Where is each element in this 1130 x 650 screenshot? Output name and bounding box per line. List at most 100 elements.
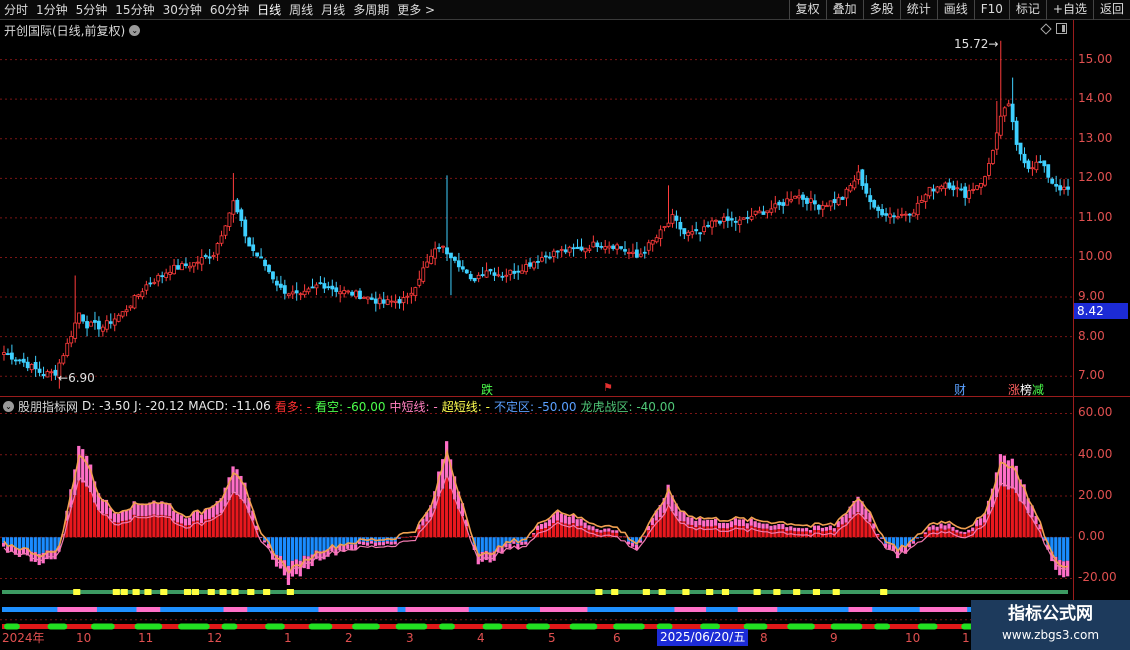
tool-button-8[interactable]: 返回 — [1092, 0, 1130, 20]
macd-bar-negative — [310, 537, 314, 555]
tool-button-5[interactable]: F10 — [973, 0, 1009, 20]
candle-body — [381, 299, 386, 304]
chevron-down-icon[interactable]: ⌄ — [3, 400, 14, 412]
candle — [662, 226, 667, 232]
band-green-pill — [526, 623, 550, 630]
candle-body — [547, 256, 552, 259]
candle — [278, 275, 283, 291]
price-chart[interactable] — [0, 20, 1073, 396]
period-tab-6[interactable]: 日线 — [253, 0, 285, 20]
period-tab-5[interactable]: 60分钟 — [206, 0, 253, 20]
candle — [69, 330, 74, 348]
candle — [322, 277, 327, 294]
band-yellow-mark — [832, 589, 840, 595]
candle — [184, 257, 188, 269]
macd-bar — [1006, 489, 1010, 538]
macd-bar — [445, 477, 449, 538]
macd-bar-outer — [717, 522, 722, 529]
candle-body — [674, 215, 679, 221]
candle — [453, 256, 457, 264]
macd-bar-outer — [512, 541, 516, 544]
macd-bar-negative — [49, 537, 53, 551]
band-green-pill — [874, 623, 891, 630]
candle-body — [579, 246, 584, 251]
candle-body — [286, 293, 291, 297]
candle-body — [160, 275, 165, 278]
candle-body — [100, 326, 105, 332]
candle — [888, 207, 892, 224]
candle-body — [33, 362, 38, 370]
candle-body — [1022, 153, 1027, 164]
macd-bar-outer — [781, 524, 785, 530]
macd-bar-outer — [789, 526, 793, 531]
candle-body — [235, 199, 240, 213]
band-yellow-mark — [219, 589, 227, 595]
candle-body — [275, 280, 279, 286]
candle — [275, 276, 279, 292]
period-tab-4[interactable]: 30分钟 — [159, 0, 206, 20]
candle — [761, 205, 766, 215]
tool-button-2[interactable]: 多股 — [862, 0, 900, 20]
period-tab-7[interactable]: 周线 — [285, 0, 317, 20]
candle-body — [267, 264, 271, 273]
macd-bar-outer — [690, 517, 694, 526]
tool-button-4[interactable]: 画线 — [936, 0, 974, 20]
candle-body — [729, 218, 734, 221]
flag-icon[interactable]: ⚑ — [603, 381, 613, 394]
period-tab-9[interactable]: 多周期 — [349, 0, 393, 20]
macd-bar-outer — [931, 525, 935, 530]
candle — [231, 173, 236, 223]
candle-body — [840, 196, 845, 200]
period-tab-1[interactable]: 1分钟 — [32, 0, 72, 20]
tool-button-7[interactable]: +自选 — [1045, 0, 1093, 20]
candle — [417, 270, 422, 288]
candle-body — [472, 277, 477, 282]
macd-bar-outer — [611, 530, 615, 533]
candle — [994, 101, 999, 155]
period-tab-2[interactable]: 5分钟 — [72, 0, 112, 20]
indicator-name[interactable]: 股朋指标网 — [18, 398, 78, 415]
candle-body — [116, 314, 121, 322]
candle — [1002, 106, 1007, 123]
macd-bar-outer — [539, 523, 544, 529]
candle-body — [852, 180, 857, 189]
candle-body — [599, 245, 604, 248]
candle — [654, 234, 659, 244]
indicator-chart[interactable] — [0, 397, 1073, 630]
panel-toggle-icon[interactable] — [1056, 23, 1067, 34]
indicator-buding: 不定区: -50.00 — [493, 399, 577, 414]
macd-bar-outer — [116, 513, 120, 523]
candle-body — [1026, 160, 1031, 169]
diamond-icon[interactable] — [1040, 23, 1052, 35]
tool-button-6[interactable]: 标记 — [1008, 0, 1046, 20]
macd-bar-outer — [183, 518, 188, 526]
macd-bar-outer — [389, 541, 393, 545]
chevron-down-icon[interactable]: ⌄ — [129, 25, 141, 36]
main-corner-controls — [1040, 23, 1067, 35]
tool-button-3[interactable]: 统计 — [899, 0, 937, 20]
price-tick-label: 10.00 — [1078, 249, 1113, 264]
signal-line-k — [3, 448, 1069, 576]
macd-bar-outer — [765, 523, 769, 529]
candle-body — [733, 220, 738, 223]
macd-bar-outer — [603, 528, 607, 532]
candle — [678, 216, 683, 237]
candle — [393, 294, 398, 309]
period-tab-8[interactable]: 月线 — [317, 0, 349, 20]
candle — [1006, 99, 1011, 107]
macd-bar-outer — [698, 518, 702, 526]
candle-body — [73, 322, 78, 339]
tool-button-0[interactable]: 复权 — [788, 0, 826, 20]
tool-button-1[interactable]: 叠加 — [825, 0, 863, 20]
price-tick-label: 13.00 — [1078, 130, 1113, 145]
macd-bar — [92, 502, 97, 538]
candle — [160, 271, 165, 284]
candle-body — [231, 200, 236, 215]
band-yellow-mark — [231, 589, 239, 595]
candle-body — [334, 287, 339, 292]
period-tab-3[interactable]: 15分钟 — [111, 0, 158, 20]
candle-body — [104, 320, 109, 330]
period-tab-0[interactable]: 分时 — [0, 0, 32, 20]
period-tab-10[interactable]: 更多 > — [393, 0, 439, 20]
macd-bar-outer — [923, 532, 927, 535]
